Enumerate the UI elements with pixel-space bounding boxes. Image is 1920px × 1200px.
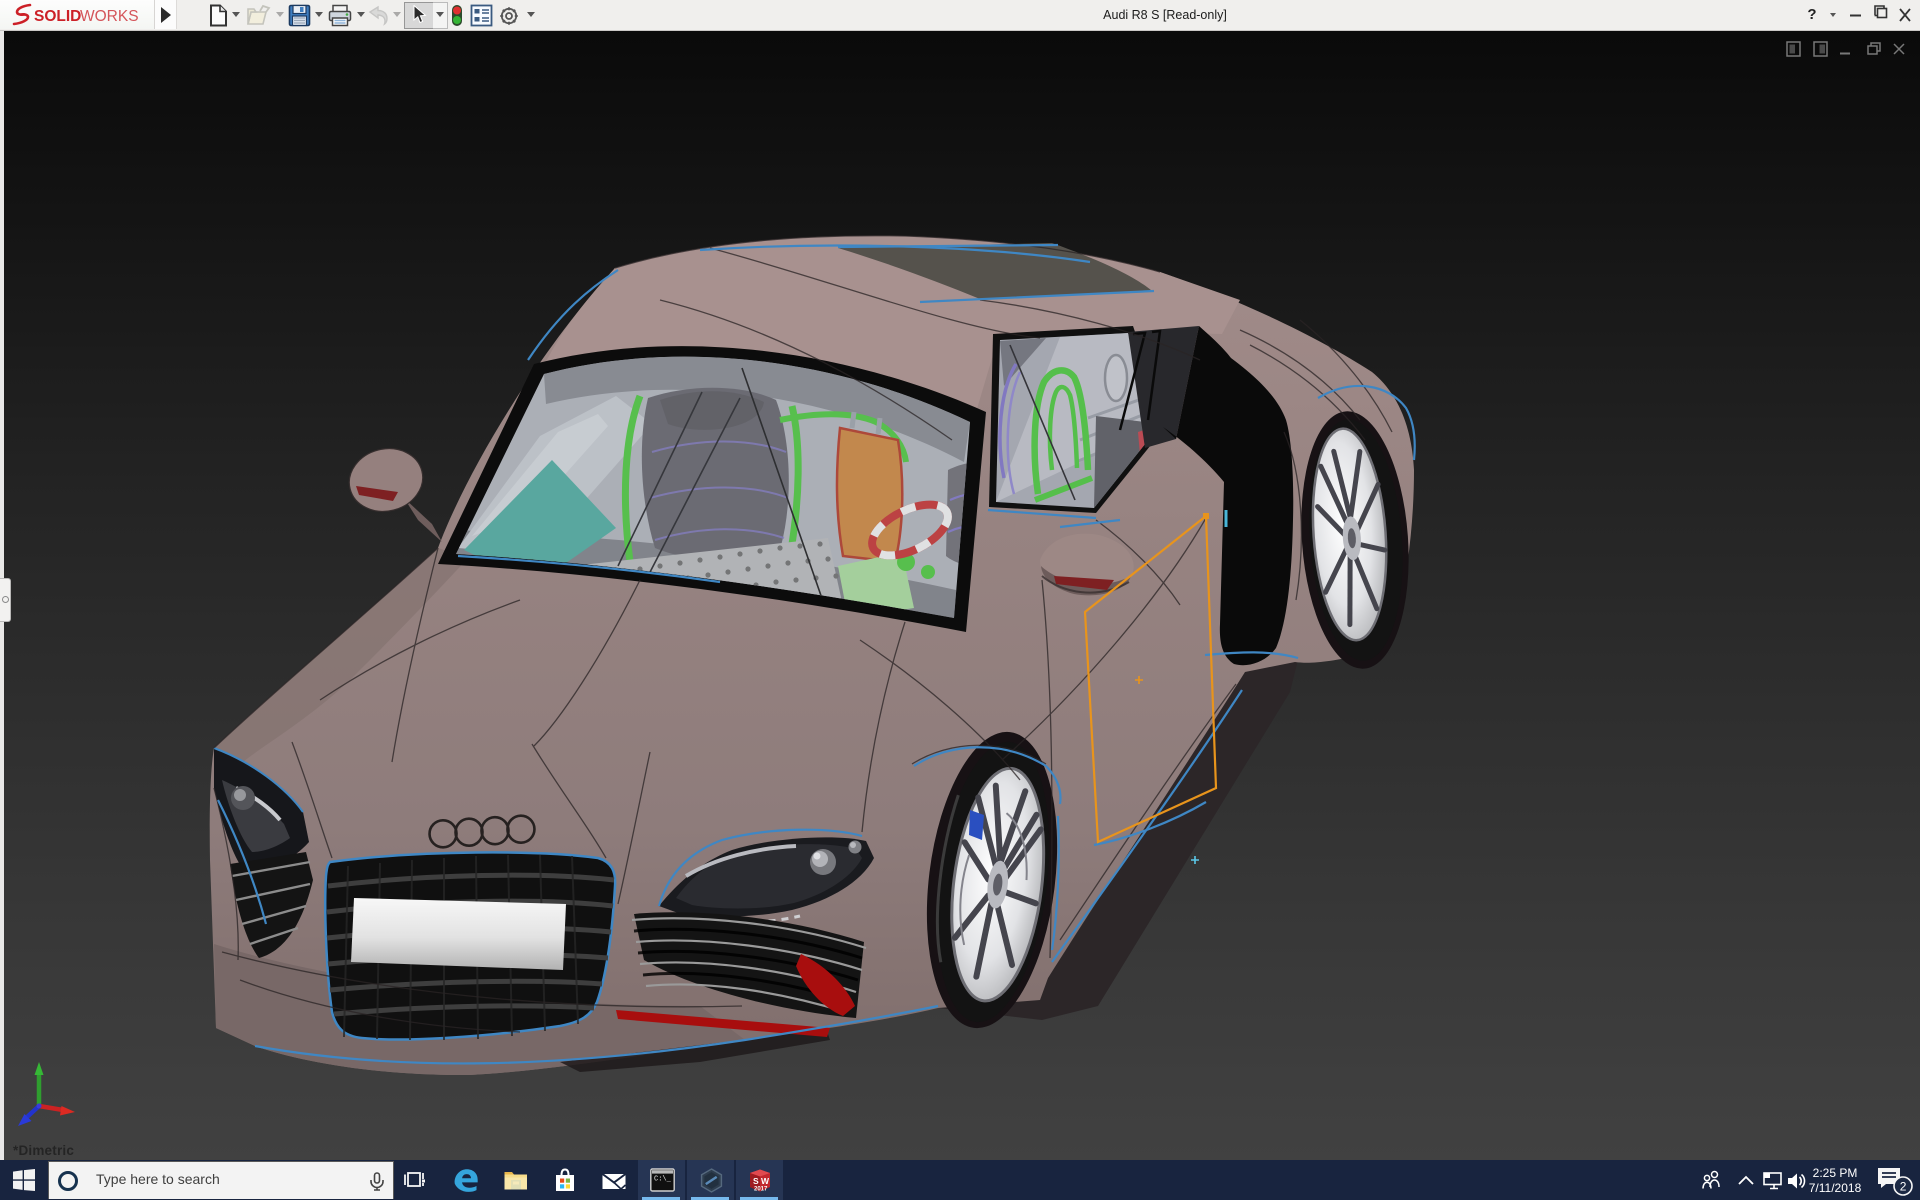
svg-text:SOLID: SOLID xyxy=(34,8,81,25)
svg-text:2: 2 xyxy=(1900,1180,1907,1194)
svg-text:C:\_: C:\_ xyxy=(654,1176,672,1184)
svg-text:2017: 2017 xyxy=(754,1187,768,1193)
svg-text:S: S xyxy=(753,1176,759,1186)
svg-text:WORKS: WORKS xyxy=(80,8,139,25)
svg-text:W: W xyxy=(761,1176,770,1186)
